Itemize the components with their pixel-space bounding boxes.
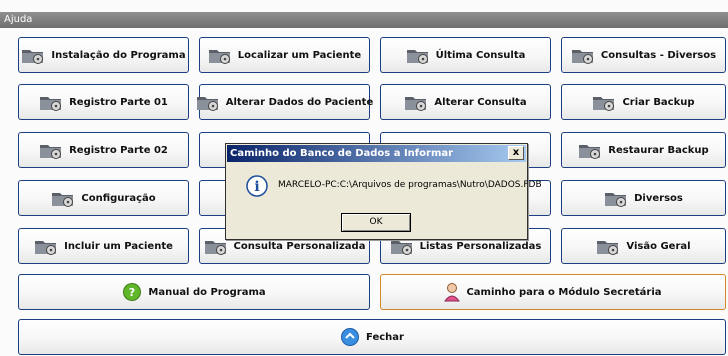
database-path-dialog: Caminho do Banco de Dados a Informar x i… <box>225 143 542 240</box>
folder-film-icon <box>578 141 602 159</box>
restore-backup-label: Restaurar Backup <box>608 144 709 156</box>
svg-text:?: ? <box>129 286 135 299</box>
overview-button[interactable]: Visão Geral <box>561 228 726 264</box>
help-panel: Ajuda Instalação do Programa Localizar u… <box>0 0 728 356</box>
folder-film-icon <box>204 237 228 255</box>
create-backup-button[interactable]: Criar Backup <box>561 84 726 120</box>
misc-label: Diversos <box>634 192 683 204</box>
installation-button[interactable]: Instalação do Programa <box>18 37 189 73</box>
folder-film-icon <box>592 93 616 111</box>
register-part1-button[interactable]: Registro Parte 01 <box>18 84 189 120</box>
dialog-ok-button[interactable]: OK <box>341 213 411 232</box>
folder-film-icon <box>51 189 75 207</box>
folder-film-icon <box>404 93 428 111</box>
folder-film-icon <box>406 46 430 64</box>
create-backup-label: Criar Backup <box>622 96 695 108</box>
custom-consultation-label: Consulta Personalizada <box>233 240 366 252</box>
misc-button[interactable]: Diversos <box>561 180 726 216</box>
consultations-misc-label: Consultas - Diversos <box>600 49 717 61</box>
add-patient-button[interactable]: Incluir um Paciente <box>18 228 189 264</box>
info-icon: i <box>246 175 268 197</box>
close-button[interactable]: Fechar <box>18 319 726 355</box>
edit-patient-label: Alterar Dados do Paciente <box>225 96 374 108</box>
overview-label: Visão Geral <box>626 240 691 252</box>
help-bubble-icon: ? <box>122 282 142 302</box>
edit-consultation-label: Alterar Consulta <box>434 96 527 108</box>
user-icon <box>444 282 461 302</box>
window-title: Ajuda <box>0 12 728 28</box>
last-consultation-button[interactable]: Última Consulta <box>380 37 551 73</box>
folder-film-icon <box>208 46 232 64</box>
manual-label: Manual do Programa <box>148 286 266 298</box>
dialog-message: MARCELO-PC:C:\Arquivos de programas\Nutr… <box>278 180 542 190</box>
dialog-close-button[interactable]: x <box>508 146 524 160</box>
configuration-label: Configuração <box>81 192 156 204</box>
register-part2-label: Registro Parte 02 <box>69 144 168 156</box>
manual-button[interactable]: ? Manual do Programa <box>18 274 370 310</box>
installation-label: Instalação do Programa <box>51 49 186 61</box>
find-patient-button[interactable]: Localizar um Paciente <box>199 37 370 73</box>
register-part2-button[interactable]: Registro Parte 02 <box>18 132 189 168</box>
folder-film-icon <box>596 237 620 255</box>
blue-arrow-icon <box>340 327 360 347</box>
close-label: Fechar <box>366 331 404 343</box>
last-consultation-label: Última Consulta <box>435 49 526 61</box>
custom-lists-label: Listas Personalizadas <box>419 240 542 252</box>
svg-text:i: i <box>254 179 259 195</box>
edit-consultation-button[interactable]: Alterar Consulta <box>380 84 551 120</box>
dialog-title: Caminho do Banco de Dados a Informar <box>227 145 526 162</box>
edit-patient-button[interactable]: Alterar Dados do Paciente <box>196 84 374 120</box>
restore-backup-button[interactable]: Restaurar Backup <box>561 132 726 168</box>
secretary-module-path-label: Caminho para o Módulo Secretária <box>466 286 662 298</box>
folder-film-icon <box>39 141 63 159</box>
folder-film-icon <box>604 189 628 207</box>
find-patient-label: Localizar um Paciente <box>237 49 362 61</box>
folder-film-icon <box>21 46 45 64</box>
consultations-misc-button[interactable]: Consultas - Diversos <box>561 37 726 73</box>
configuration-button[interactable]: Configuração <box>18 180 189 216</box>
folder-film-icon <box>34 237 58 255</box>
secretary-module-path-button[interactable]: Caminho para o Módulo Secretária <box>380 274 726 310</box>
folder-film-icon <box>196 93 220 111</box>
folder-film-icon <box>571 46 595 64</box>
add-patient-label: Incluir um Paciente <box>64 240 173 252</box>
register-part1-label: Registro Parte 01 <box>69 96 168 108</box>
folder-film-icon <box>39 93 63 111</box>
